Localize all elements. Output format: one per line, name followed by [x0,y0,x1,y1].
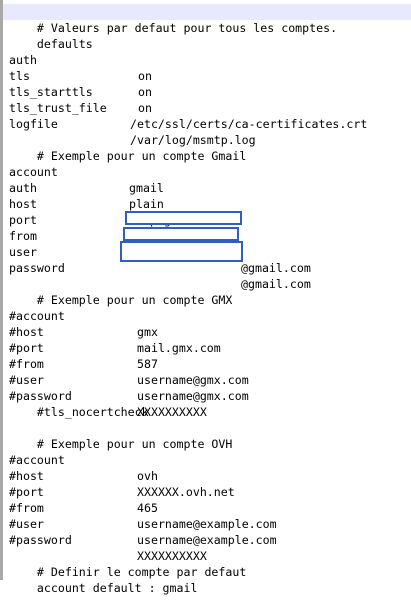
config-value: @gmail.com [241,261,311,275]
code-line-gmail-from[interactable]: from @gmail.com [9,211,409,275]
code-line-ovh-port[interactable]: #port 465 [9,468,409,515]
code-line-tls-starttls[interactable]: tls_starttls on [9,68,409,115]
config-key: #tls_nocertcheck [36,405,149,419]
code-line-gmx-nocertcheck[interactable]: #tls_nocertcheck [9,388,149,419]
config-value: /etc/ssl/certs/ca-certificates.crt [130,117,368,131]
config-key: #password [9,533,72,547]
code-line-gmail-host[interactable]: host smtp.gmail.com [9,180,409,227]
config-key: password [9,261,65,275]
config-key: logfile [9,117,58,131]
code-line-ovh-user[interactable]: #user username@example.com [9,500,409,547]
config-value: username@example.com [137,533,277,547]
code-line-gmx-host[interactable]: #host mail.gmx.com [9,308,409,355]
redacted-password-box [120,241,243,262]
code-line-gmx-from[interactable]: #from username@gmx.com [9,340,409,387]
config-key: account default : gmail [36,581,198,595]
code-line-tls[interactable]: tls on [9,52,409,99]
redacted-username-box [123,227,239,241]
code-line-comment-default[interactable]: # Definir le compte par defaut [9,548,246,579]
editor-gutter [0,0,3,580]
code-line-ovh-password[interactable]: #password XXXXXXXXXX [9,516,409,563]
code-line-gmail-password[interactable]: password [9,241,409,275]
code-line-auth[interactable]: auth on [9,36,409,83]
config-value: username@gmx.com [137,389,249,403]
code-line-logfile[interactable]: logfile /var/log/msmtp.log [9,100,409,147]
text-editor[interactable]: # Valeurs par defaut pour tous les compt… [0,0,411,595]
code-line-gmail-auth[interactable]: auth plain [9,164,409,211]
code-line-defaults[interactable]: defaults [9,20,93,51]
code-line-comment-ovh[interactable]: # Exemple pour un compte OVH [9,420,232,451]
code-line-gmx-account[interactable]: #account gmx [9,292,409,339]
code-line-comment-gmail[interactable]: # Exemple pour un compte Gmail [9,132,246,163]
code-line-ovh-from[interactable]: #from username@example.com [9,484,409,531]
code-line-gmail-port[interactable]: port 587 [9,196,409,243]
code-line-ovh-account[interactable]: #account ovh [9,436,409,483]
code-line-comment-gmx[interactable]: # Exemple pour un compte GMX [9,276,232,307]
config-value: @gmail.com [241,277,311,291]
redacted-username-box [125,211,242,225]
code-line-gmail-account[interactable]: account gmail [9,148,409,195]
code-line-comment-defaults[interactable]: # Valeurs par defaut pour tous les compt… [3,4,411,35]
code-line-ovh-host[interactable]: #host XXXXXX.ovh.net [9,452,409,499]
code-line-account-default[interactable]: account default : gmail [9,564,198,595]
code-line-gmx-user[interactable]: #user username@gmx.com [9,356,409,403]
code-line-gmx-password[interactable]: #password XXXXXXXXXX [9,372,409,419]
code-line-tls-trust-file[interactable]: tls_trust_file /etc/ssl/certs/ca-certifi… [9,84,409,131]
code-line-gmx-port[interactable]: #port 587 [9,324,409,371]
